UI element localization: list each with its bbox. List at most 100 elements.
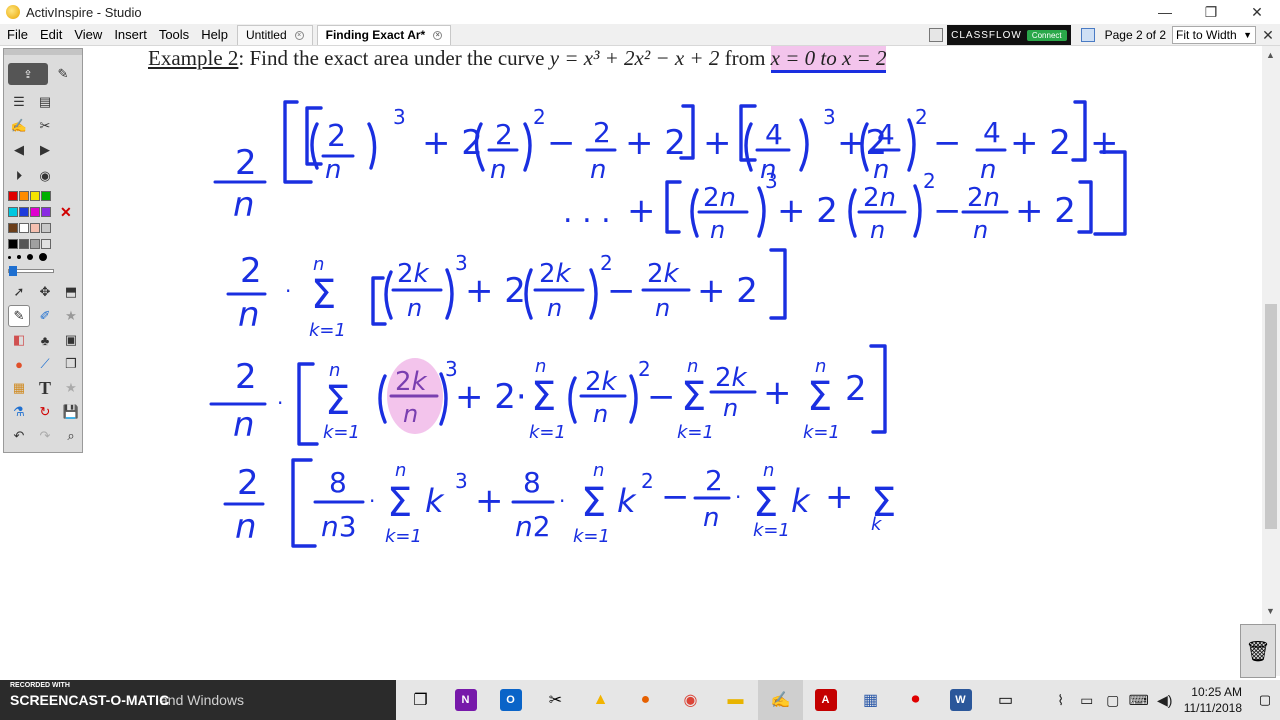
- pen-width-4[interactable]: [39, 253, 47, 261]
- tab-close-icon[interactable]: ×: [294, 30, 304, 40]
- pen-width-1[interactable]: [8, 255, 11, 259]
- zoom-select[interactable]: Fit to Width ▼: [1172, 26, 1256, 44]
- scroll-up-icon[interactable]: ▲: [1266, 50, 1275, 60]
- outlook-icon[interactable]: O: [488, 680, 533, 720]
- color-swatch-red[interactable]: [8, 191, 18, 201]
- pen-tool-icon[interactable]: ✎: [8, 305, 30, 327]
- duplicate-tool-icon[interactable]: ❐: [60, 353, 82, 375]
- tab-untitled[interactable]: Untitled ×: [236, 24, 313, 45]
- color-swatch-green[interactable]: [41, 191, 51, 201]
- shape-tool-icon[interactable]: ●: [8, 353, 30, 375]
- monitor-app-icon[interactable]: ▭: [983, 680, 1028, 720]
- next-page-icon[interactable]: ▶: [34, 139, 56, 161]
- web-browser-icon[interactable]: ◉: [34, 165, 56, 187]
- highlighter-tool-icon[interactable]: ✐: [34, 305, 56, 327]
- color-swatch-darkgray[interactable]: [19, 239, 29, 249]
- redo-icon[interactable]: ↷: [34, 425, 56, 447]
- calculator-icon[interactable]: ▦: [848, 680, 893, 720]
- color-swatch-yellow[interactable]: [30, 191, 40, 201]
- classflow-connect-button[interactable]: CLASSFLOW Connect: [947, 25, 1071, 45]
- vertical-scrollbar[interactable]: ▲ ▼: [1262, 46, 1280, 676]
- eraser-tool-icon[interactable]: ◧: [8, 329, 30, 351]
- tab-finding-exact-area[interactable]: Finding Exact Ar* ×: [316, 24, 452, 45]
- text-tool-icon[interactable]: T: [34, 377, 56, 399]
- google-drive-icon[interactable]: ▲: [578, 680, 623, 720]
- clock[interactable]: 10:25 AM 11/11/2018: [1184, 684, 1242, 716]
- restore-button[interactable]: ❐: [1188, 0, 1234, 24]
- handwriting-icon[interactable]: ✍: [8, 115, 30, 137]
- page-browser-icon[interactable]: [929, 28, 944, 42]
- pen-width-3[interactable]: [27, 254, 33, 260]
- scroll-down-icon[interactable]: ▼: [1266, 606, 1275, 616]
- color-swatch-gray[interactable]: [41, 223, 51, 233]
- magic-ink-icon[interactable]: ★: [60, 305, 82, 327]
- close-button[interactable]: ✕: [1234, 0, 1280, 24]
- color-swatch-silver[interactable]: [30, 239, 40, 249]
- marquee-tool-icon[interactable]: ✥: [34, 281, 56, 303]
- activinspire-task-icon[interactable]: ✍: [758, 680, 803, 720]
- keyboard-icon[interactable]: ⌨: [1126, 692, 1152, 709]
- document-close-icon[interactable]: ✕: [1256, 23, 1280, 47]
- select-tool-icon[interactable]: ➚: [8, 281, 30, 303]
- zoom-tool-icon[interactable]: ⌕: [60, 425, 82, 447]
- svg-text:+: +: [703, 123, 732, 163]
- camera-tool-icon[interactable]: ▣: [60, 329, 82, 351]
- image-tool-icon[interactable]: ▦: [8, 377, 30, 399]
- undo-icon[interactable]: ↶: [8, 425, 30, 447]
- resource-browser-icon[interactable]: ▤: [34, 91, 56, 113]
- favorite-tool-icon[interactable]: ★: [60, 377, 82, 399]
- previous-page-icon[interactable]: ◀: [8, 139, 30, 161]
- minimize-button[interactable]: —: [1142, 0, 1188, 24]
- color-swatch-pink[interactable]: [30, 223, 40, 233]
- switch-profile-icon[interactable]: ⇪: [8, 63, 48, 85]
- color-swatch-orange[interactable]: [19, 191, 29, 201]
- color-swatch-magenta[interactable]: [30, 207, 40, 217]
- pen-profile-icon[interactable]: ✎: [52, 63, 74, 85]
- record-icon[interactable]: ⏺: [893, 680, 938, 720]
- snipping-tool-icon[interactable]: ✂: [533, 680, 578, 720]
- main-menu-icon[interactable]: ☰: [8, 91, 30, 113]
- reset-page-icon[interactable]: ↻: [34, 401, 56, 423]
- tab-close-icon[interactable]: ×: [433, 30, 443, 40]
- menu-tools[interactable]: Tools: [154, 27, 194, 42]
- menu-file[interactable]: File: [2, 27, 33, 42]
- volume-icon[interactable]: ◀): [1152, 692, 1178, 709]
- color-swatch-white[interactable]: [19, 223, 29, 233]
- firefox-icon[interactable]: ●: [623, 680, 668, 720]
- menu-view[interactable]: View: [69, 27, 107, 42]
- pen-width-slider[interactable]: [8, 266, 54, 276]
- scroll-thumb[interactable]: [1265, 304, 1277, 529]
- onenote-icon[interactable]: N: [443, 680, 488, 720]
- color-swatch-light[interactable]: [41, 239, 51, 249]
- task-view-icon[interactable]: ❐: [398, 680, 443, 720]
- color-swatch-blue[interactable]: [19, 207, 29, 217]
- color-swatch-brown[interactable]: [8, 223, 18, 233]
- color-swatch-black[interactable]: [8, 239, 18, 249]
- notifications-icon[interactable]: ▢: [1250, 680, 1280, 720]
- desktop-annotate-icon[interactable]: ⬒: [60, 281, 82, 303]
- file-explorer-icon[interactable]: ▬: [713, 680, 758, 720]
- tools-icon[interactable]: ✂: [34, 115, 56, 137]
- clear-tool-icon[interactable]: ⚗: [8, 401, 30, 423]
- trash-can-icon[interactable]: 🗑: [1240, 624, 1276, 678]
- play-icon[interactable]: ⏵: [8, 165, 30, 187]
- menu-edit[interactable]: Edit: [35, 27, 67, 42]
- flipchart-canvas[interactable]: Example 2: Find the exact area under the…: [85, 46, 1262, 676]
- menu-help[interactable]: Help: [196, 27, 233, 42]
- save-icon[interactable]: 💾: [60, 401, 82, 423]
- menu-insert[interactable]: Insert: [109, 27, 152, 42]
- acrobat-icon[interactable]: A: [803, 680, 848, 720]
- fill-tool-icon[interactable]: ♣: [34, 329, 56, 351]
- word-icon[interactable]: W: [938, 680, 983, 720]
- wifi-icon[interactable]: ⌇: [1048, 692, 1074, 709]
- battery-icon[interactable]: ▭: [1074, 692, 1100, 709]
- close-palette-icon[interactable]: ✕: [60, 205, 72, 219]
- chrome-icon[interactable]: ◉: [668, 680, 713, 720]
- toolbox-grip[interactable]: [4, 49, 82, 55]
- connector-tool-icon[interactable]: ⟋: [34, 353, 56, 375]
- color-swatch-cyan[interactable]: [8, 207, 18, 217]
- message-icon[interactable]: ▢: [1100, 692, 1126, 709]
- slider-thumb[interactable]: [9, 266, 17, 276]
- color-swatch-purple[interactable]: [41, 207, 51, 217]
- pen-width-2[interactable]: [17, 255, 21, 259]
